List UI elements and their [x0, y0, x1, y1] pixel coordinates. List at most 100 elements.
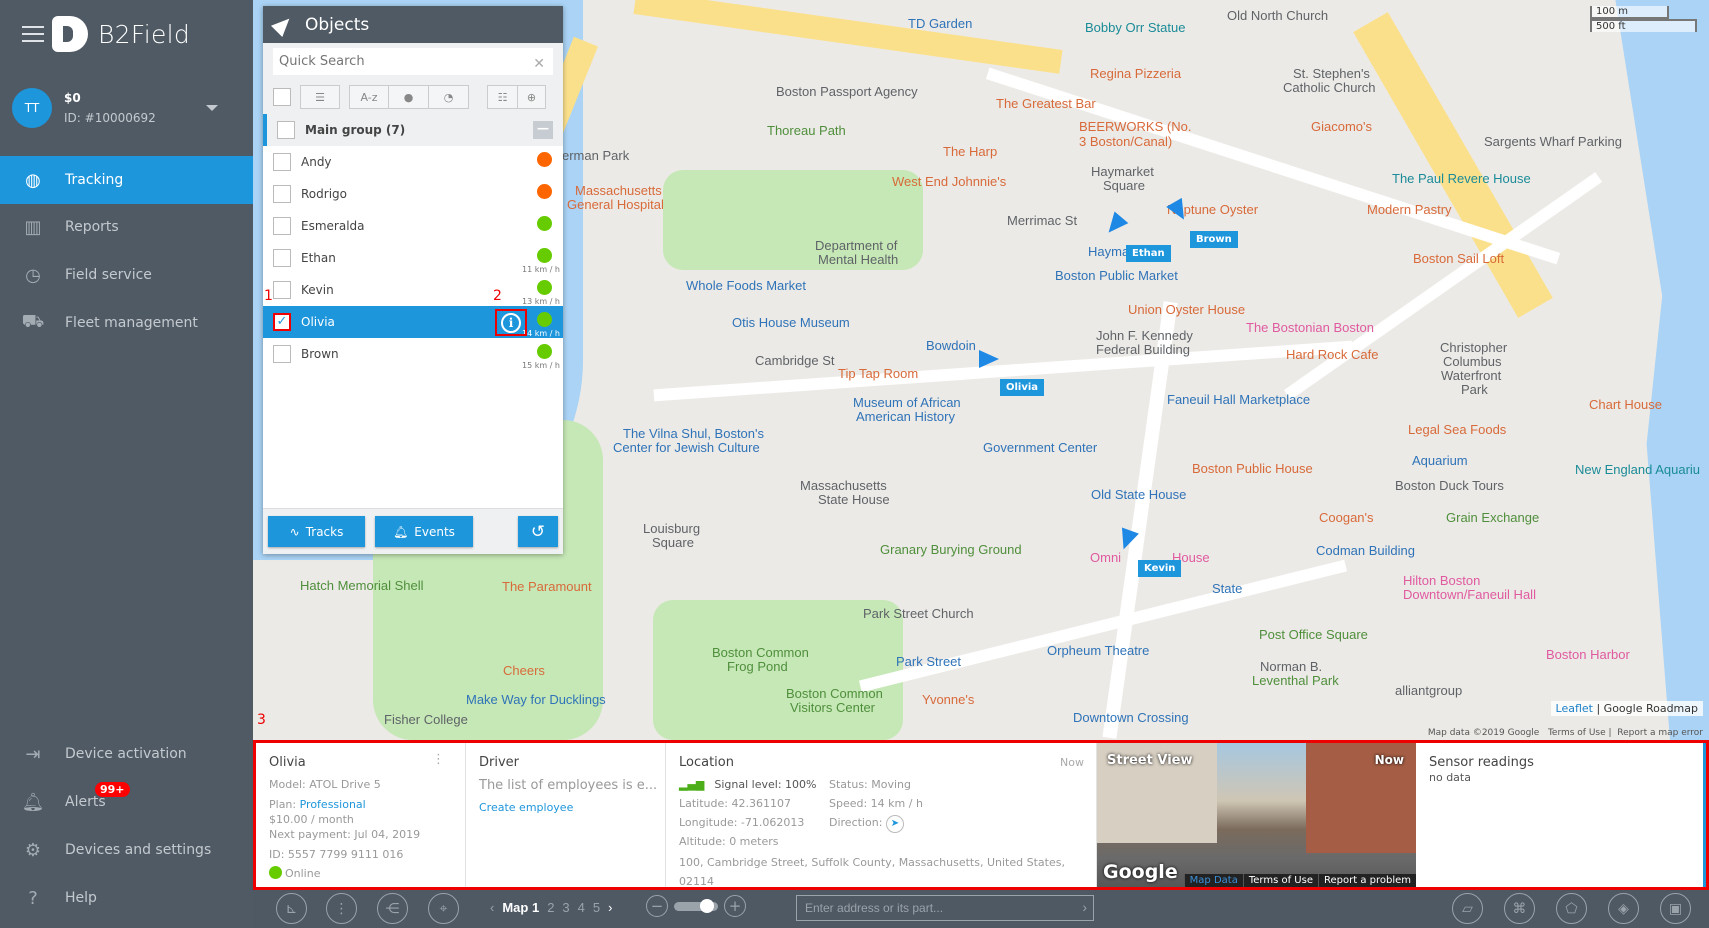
object-checkbox[interactable]	[273, 153, 291, 171]
object-row[interactable]: Andy	[263, 146, 563, 178]
map-label: Catholic Church	[1283, 80, 1376, 95]
plan-link[interactable]: Professional	[300, 798, 366, 811]
list-view-button[interactable]: ☰	[300, 85, 340, 109]
create-employee-link[interactable]: Create employee	[479, 798, 665, 817]
user-account[interactable]: TT $0 ID: #10000692	[12, 88, 242, 128]
select-all-checkbox[interactable]	[273, 88, 291, 106]
sidebar-item-label: Field service	[65, 267, 152, 283]
layers-icon[interactable]: ◈	[1608, 893, 1639, 924]
report-map-error-link[interactable]: Report a map error	[1617, 728, 1703, 738]
object-row[interactable]: Ethan 11 km / h	[263, 242, 563, 274]
address-search-input[interactable]: Enter address or its part... ›	[796, 895, 1094, 921]
clock-pin-icon: ◷	[25, 264, 41, 286]
address-placeholder: Enter address or its part...	[805, 901, 944, 915]
map-label: New England Aquariu	[1575, 462, 1701, 477]
vehicle-marker[interactable]: Olivia	[1000, 379, 1045, 396]
app-name: B2Field	[98, 19, 191, 49]
sidebar-item-reports[interactable]: ▥ Reports	[0, 203, 253, 251]
map-attribution: Leaflet | Google Roadmap	[1550, 701, 1703, 716]
sidebar-item-devices-settings[interactable]: ⚙ Devices and settings	[0, 826, 253, 874]
map-label: 3 Boston/Canal)	[1079, 134, 1173, 149]
share-icon[interactable]: ⋲	[377, 893, 408, 924]
object-checkbox[interactable]	[273, 345, 291, 363]
vehicle-marker[interactable]: Ethan	[1126, 245, 1171, 262]
menu-icon[interactable]	[22, 26, 44, 42]
map-label: Boston Common	[786, 686, 883, 701]
group-row-main[interactable]: Main group (7) —	[263, 114, 563, 146]
object-checkbox[interactable]: ✓	[273, 313, 291, 331]
map-label: Omni	[1090, 550, 1122, 565]
object-checkbox[interactable]	[273, 185, 291, 203]
map-page[interactable]: 3	[562, 900, 569, 915]
location-pin-icon[interactable]: ⌖	[428, 893, 459, 924]
object-row[interactable]: ✓ Olivia 14 km / hi 1 2	[263, 288, 563, 338]
clear-search-icon[interactable]: ✕	[533, 56, 545, 72]
map-label: St. Stephen's	[1293, 66, 1370, 81]
sidebar-item-tracking[interactable]: ◍ Tracking	[0, 156, 253, 204]
more-options-icon[interactable]: ⋮	[432, 753, 445, 766]
polygon-icon[interactable]: ⬠	[1556, 893, 1587, 924]
map-page[interactable]: 5	[593, 900, 600, 915]
leaflet-link[interactable]: Leaflet	[1556, 702, 1593, 715]
sidebar-item-alerts[interactable]: 🔔︎ Alerts 99+	[0, 778, 253, 826]
map-data-link[interactable]: Map Data	[1183, 874, 1243, 887]
object-checkbox[interactable]	[273, 281, 291, 299]
map-label: Old North Church	[1227, 8, 1329, 23]
object-row[interactable]: Esmeralda	[263, 210, 563, 242]
terms-link[interactable]: Terms of Use	[1548, 728, 1606, 738]
sort-speed-button[interactable]: ◔	[429, 85, 469, 109]
sort-status-button[interactable]: ●	[389, 85, 429, 109]
map-label: The Harp	[943, 144, 998, 159]
collapse-group-button[interactable]: —	[533, 121, 553, 139]
object-checkbox[interactable]	[273, 249, 291, 267]
geofence-map-icon[interactable]: ⌘	[1504, 893, 1535, 924]
zoom-out-icon[interactable]: −	[646, 895, 668, 917]
object-row[interactable]: Rodrigo	[263, 178, 563, 210]
zoom-slider[interactable]	[674, 898, 718, 913]
locate-button[interactable]: ⊕	[518, 85, 546, 109]
group-checkbox[interactable]	[277, 121, 295, 139]
bar-chart-icon: ▥	[24, 216, 42, 238]
zoom-in-icon[interactable]: +	[724, 895, 746, 917]
object-info-button[interactable]: i	[495, 309, 527, 336]
street-view[interactable]: Street View Now Google Map Data Terms of…	[1097, 743, 1416, 887]
object-checkbox[interactable]	[273, 217, 291, 235]
sidebar-item-field-service[interactable]: ◷ Field service	[0, 251, 253, 299]
filter-settings-button[interactable]: ☷	[487, 85, 518, 109]
tracks-button[interactable]: ∿ Tracks	[268, 516, 365, 547]
map-label: The Paramount	[502, 579, 592, 594]
location-card: Location Now ▂▄▆ Signal level: 100% Latit…	[666, 743, 1097, 888]
report-problem-link[interactable]: Report a problem	[1317, 874, 1416, 887]
search-go-icon[interactable]: ›	[1082, 899, 1087, 915]
sidebar-item-fleet-management[interactable]: ⛟ Fleet management	[0, 299, 253, 347]
minimap-icon[interactable]: ▣	[1660, 893, 1691, 924]
ruler-icon[interactable]: ⊾	[276, 893, 307, 924]
sidebar-item-device-activation[interactable]: ⇥ Device activation	[0, 730, 253, 778]
object-row[interactable]: Brown 15 km / h	[263, 338, 563, 370]
vehicle-marker[interactable]: Brown	[1190, 231, 1238, 248]
next-map-icon[interactable]: ›	[608, 900, 612, 915]
current-map[interactable]: Map 1	[502, 900, 539, 915]
events-button[interactable]: 🔔︎ Events	[375, 516, 473, 547]
map-page[interactable]: 4	[578, 900, 585, 915]
objects-panel: Objects ✕ ☰ A-z ● ◔ ☷ ⊕ Main group (7) —…	[263, 6, 563, 554]
object-speed: 13 km / h	[522, 297, 560, 306]
map-label: The Bostonian Boston	[1246, 320, 1374, 335]
vehicle-marker[interactable]: Kevin	[1138, 560, 1182, 577]
sort-alpha-button[interactable]: A-z	[349, 85, 389, 109]
prev-map-icon[interactable]: ‹	[490, 900, 494, 915]
chevron-down-icon[interactable]	[206, 105, 218, 111]
terms-of-use-link[interactable]: Terms of Use	[1242, 874, 1318, 887]
eraser-icon[interactable]: ▱	[1452, 893, 1483, 924]
status-dot	[537, 216, 552, 231]
traffic-light-icon[interactable]: ⋮	[326, 893, 357, 924]
status-dot	[537, 152, 552, 167]
map-label: Union Oyster House	[1128, 302, 1246, 317]
object-row[interactable]: Kevin 13 km / h	[263, 274, 563, 306]
history-button[interactable]: ↺	[518, 516, 558, 547]
zoom-slider-thumb[interactable]	[700, 898, 714, 913]
quick-search-input[interactable]	[273, 48, 553, 75]
map-page[interactable]: 2	[547, 900, 554, 915]
objects-header: Objects	[263, 6, 563, 43]
sidebar-item-help[interactable]: ? Help	[0, 874, 253, 922]
